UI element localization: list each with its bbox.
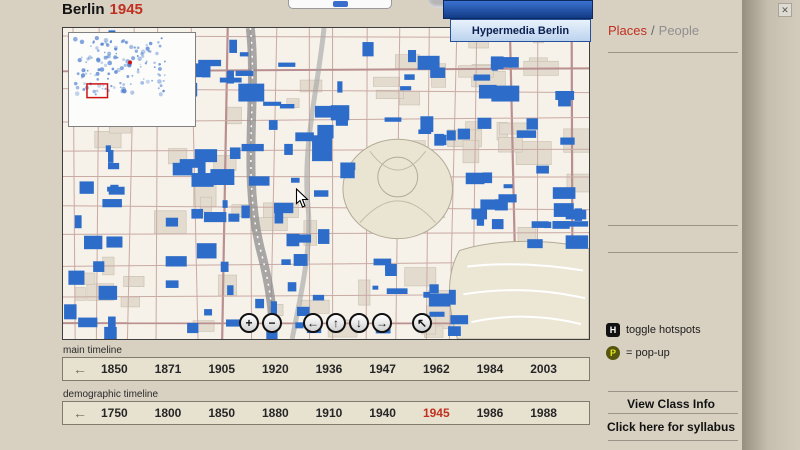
tab-places[interactable]: Places bbox=[608, 23, 647, 38]
mouse-cursor bbox=[295, 188, 309, 208]
sidebar: Places / People H toggle hotspots P = pop-… bbox=[600, 0, 742, 450]
close-button[interactable]: ✕ bbox=[778, 3, 792, 17]
sidebar-divider bbox=[608, 225, 738, 226]
page-title: Berlin 1945 bbox=[62, 1, 143, 18]
pan-mode-button[interactable]: ↖ bbox=[412, 313, 432, 333]
main-timeline-label: main timeline bbox=[63, 345, 122, 356]
popup-title-text: Hypermedia Berlin bbox=[471, 24, 570, 37]
app-window: Berlin 1945 + − ← ↑ ↓ → ↖ Hypermedia Ber… bbox=[0, 0, 800, 450]
timeline-year[interactable]: 1947 bbox=[369, 362, 396, 376]
central-park bbox=[342, 138, 454, 240]
timeline-back-arrow[interactable]: ← bbox=[73, 361, 87, 377]
hotspot-legend: H toggle hotspots bbox=[606, 323, 701, 337]
timeline-back-arrow[interactable]: ← bbox=[73, 405, 87, 421]
hotspot-toggle-icon[interactable]: H bbox=[606, 323, 620, 337]
timeline-year[interactable]: 1905 bbox=[208, 362, 235, 376]
map-controls: + − ← ↑ ↓ → ↖ bbox=[239, 313, 432, 333]
syllabus-link[interactable]: Click here for syllabus bbox=[600, 420, 742, 434]
tab-people[interactable]: People bbox=[659, 23, 699, 38]
timeline-year[interactable]: 1800 bbox=[155, 406, 182, 420]
sidebar-divider bbox=[608, 391, 738, 392]
map-viewport[interactable]: + − ← ↑ ↓ → ↖ bbox=[62, 27, 590, 340]
right-edge-shadow bbox=[742, 0, 800, 450]
timeline-year[interactable]: 1940 bbox=[369, 406, 396, 420]
building-block bbox=[491, 85, 520, 102]
sidebar-divider bbox=[608, 440, 738, 441]
timeline-year[interactable]: 1962 bbox=[423, 362, 450, 376]
timeline-year[interactable]: 2003 bbox=[530, 362, 557, 376]
timeline-year[interactable]: 1910 bbox=[316, 406, 343, 420]
timeline-year[interactable]: 1850 bbox=[208, 406, 235, 420]
timeline-year[interactable]: 1880 bbox=[262, 406, 289, 420]
popup-titlebar[interactable] bbox=[443, 0, 593, 19]
main-timeline: ← 1850 1871 1905 1920 1936 1947 1962 198… bbox=[62, 357, 590, 381]
title-year: 1945 bbox=[109, 1, 143, 18]
timeline-year[interactable]: 1936 bbox=[316, 362, 343, 376]
zoom-out-button[interactable]: − bbox=[262, 313, 282, 333]
timeline-year[interactable]: 1850 bbox=[101, 362, 128, 376]
overview-inset-map[interactable] bbox=[68, 32, 196, 127]
zoom-in-button[interactable]: + bbox=[239, 313, 259, 333]
demographic-timeline: ← 1750 1800 1850 1880 1910 1940 1945 198… bbox=[62, 401, 590, 425]
timeline-year[interactable]: 1920 bbox=[262, 362, 289, 376]
sidebar-divider bbox=[608, 52, 738, 53]
inset-canvas bbox=[73, 36, 166, 99]
dropdown-thumb bbox=[333, 1, 348, 7]
popup-title-box: Hypermedia Berlin bbox=[450, 19, 591, 42]
popup-legend: P = pop-up bbox=[606, 346, 670, 360]
demographic-timeline-label: demographic timeline bbox=[63, 389, 159, 400]
tab-separator: / bbox=[651, 23, 655, 38]
title-city: Berlin bbox=[62, 1, 105, 18]
sidebar-divider bbox=[608, 252, 738, 253]
inset-marker bbox=[128, 60, 132, 65]
building-block bbox=[417, 55, 440, 70]
timeline-year[interactable]: 1750 bbox=[101, 406, 128, 420]
timeline-year-active[interactable]: 1945 bbox=[423, 406, 450, 420]
building-block bbox=[238, 83, 265, 102]
timeline-year[interactable]: 1871 bbox=[155, 362, 182, 376]
timeline-year[interactable]: 1984 bbox=[477, 362, 504, 376]
timeline-year[interactable]: 1986 bbox=[477, 406, 504, 420]
places-people-tabs: Places / People bbox=[608, 23, 699, 38]
building-block bbox=[210, 169, 235, 185]
hotspot-legend-label: toggle hotspots bbox=[626, 324, 701, 336]
popup-marker-icon: P bbox=[606, 346, 620, 360]
view-class-info-link[interactable]: View Class Info bbox=[600, 397, 742, 411]
pan-up-button[interactable]: ↑ bbox=[326, 313, 346, 333]
popup-legend-label: = pop-up bbox=[626, 347, 670, 359]
pan-right-button[interactable]: → bbox=[372, 313, 392, 333]
top-dropdown-cutoff[interactable] bbox=[288, 0, 392, 9]
sidebar-divider bbox=[608, 413, 738, 414]
pan-left-button[interactable]: ← bbox=[303, 313, 323, 333]
timeline-year[interactable]: 1988 bbox=[530, 406, 557, 420]
building-block bbox=[312, 135, 332, 162]
pan-down-button[interactable]: ↓ bbox=[349, 313, 369, 333]
